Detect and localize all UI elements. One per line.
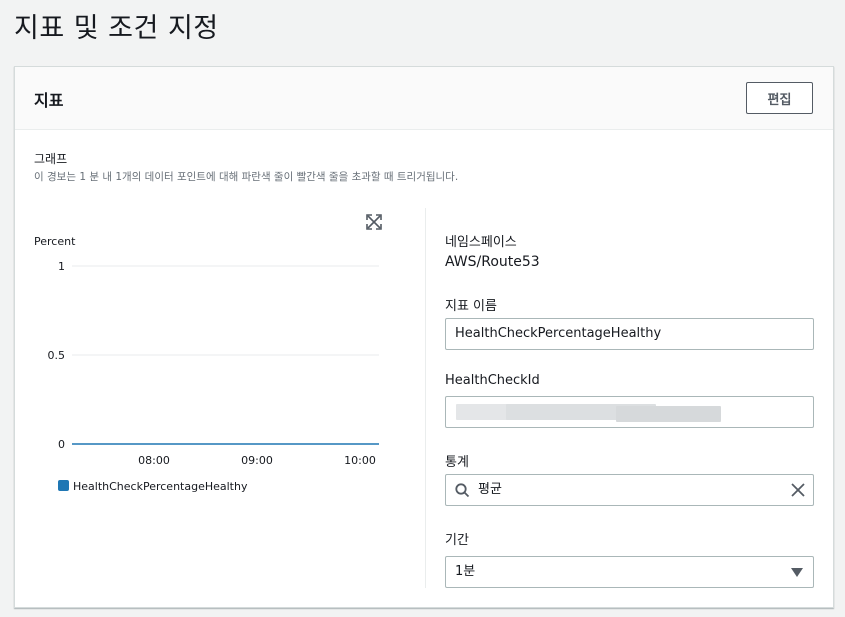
chart-area: Percent 1 0.5 0 08:00 09:00 10:00 HealthChec… [15, 207, 425, 507]
search-icon [455, 483, 470, 498]
x-tick-label: 10:00 [344, 454, 376, 467]
statistic-value: 평균 [478, 482, 502, 497]
statistic-label: 통계 [445, 455, 469, 470]
line-chart: Percent 1 0.5 0 08:00 09:00 10:00 HealthChec… [34, 235, 379, 493]
legend-swatch [58, 480, 69, 491]
metric-name-label: 지표 이름 [445, 299, 497, 314]
metric-name-field[interactable]: HealthCheckPercentageHealthy [445, 318, 814, 350]
period-select[interactable]: 1분 [445, 556, 814, 588]
caret-down-icon [791, 568, 803, 577]
redacted-value [616, 406, 721, 422]
close-icon[interactable] [791, 483, 805, 497]
x-tick-label: 08:00 [138, 454, 170, 467]
graph-title: 그래프 [34, 152, 68, 166]
metric-panel: 지표 편집 그래프 이 경보는 1 분 내 1개의 데이터 포인트에 대해 파란… [14, 66, 834, 608]
legend-label: HealthCheckPercentageHealthy [73, 480, 248, 493]
panel-title: 지표 [34, 91, 64, 110]
x-tick-label: 09:00 [241, 454, 273, 467]
vertical-divider [425, 208, 426, 588]
panel-header: 지표 편집 [15, 67, 833, 130]
y-axis-label: Percent [34, 235, 76, 248]
namespace-label: 네임스페이스 [445, 235, 517, 250]
y-tick-label: 1 [58, 260, 65, 273]
health-check-id-field[interactable] [445, 396, 814, 428]
namespace-value: AWS/Route53 [445, 254, 540, 270]
graph-description: 이 경보는 1 분 내 1개의 데이터 포인트에 대해 파란색 줄이 빨간색 줄… [34, 171, 459, 183]
y-tick-label: 0 [58, 438, 65, 451]
statistic-field[interactable]: 평균 [445, 474, 814, 506]
page-title: 지표 및 조건 지정 [14, 13, 219, 44]
health-check-id-label: HealthCheckId [445, 373, 540, 388]
y-tick-label: 0.5 [48, 349, 66, 362]
edit-button[interactable]: 편집 [746, 82, 813, 114]
period-label: 기간 [445, 533, 469, 548]
period-value: 1분 [455, 564, 476, 579]
